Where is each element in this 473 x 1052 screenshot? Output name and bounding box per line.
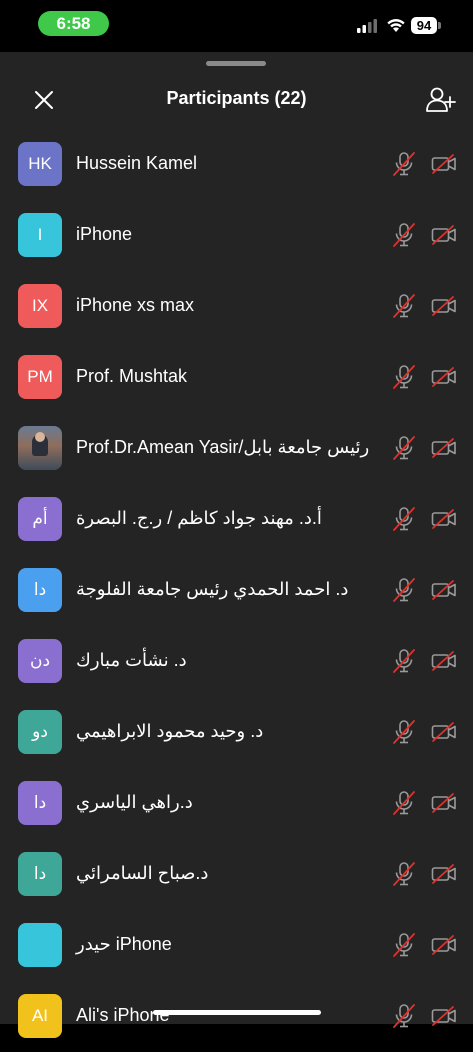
mic-muted-icon[interactable]	[392, 719, 416, 745]
participant-row[interactable]: AI Ali's iPhone	[0, 981, 473, 1052]
status-bar: 6:58 94	[0, 0, 473, 52]
home-indicator[interactable]	[153, 1010, 321, 1015]
mic-muted-icon[interactable]	[392, 577, 416, 603]
participant-row[interactable]: دا د.صباح السامرائي	[0, 839, 473, 910]
participant-name: Ali's iPhone	[76, 1005, 170, 1025]
avatar: دا	[18, 781, 62, 825]
video-off-icon[interactable]	[431, 295, 457, 317]
cellular-signal-icon	[357, 19, 377, 33]
avatar: أم	[18, 497, 62, 541]
video-off-icon[interactable]	[431, 437, 457, 459]
participant-name: د.صباح السامرائي	[76, 863, 209, 883]
avatar: I	[18, 213, 62, 257]
page-title: Participants (22)	[166, 88, 307, 108]
video-off-icon[interactable]	[431, 934, 457, 956]
participants-sheet: Participants (22) HK Hussein Kamel I iPh…	[0, 52, 473, 1038]
video-off-icon[interactable]	[431, 579, 457, 601]
avatar: IX	[18, 284, 62, 328]
mic-muted-icon[interactable]	[392, 222, 416, 248]
video-off-icon[interactable]	[431, 153, 457, 175]
avatar	[18, 923, 62, 967]
participant-list: HK Hussein Kamel I iPhone IX iPhone xs m…	[0, 129, 473, 1052]
mic-muted-icon[interactable]	[392, 151, 416, 177]
mic-muted-icon[interactable]	[392, 932, 416, 958]
participant-name: iPhone xs max	[76, 295, 195, 315]
participant-row[interactable]: دن د. نشأت مبارك	[0, 626, 473, 697]
mic-muted-icon[interactable]	[392, 364, 416, 390]
avatar: PM	[18, 355, 62, 399]
mic-muted-icon[interactable]	[392, 293, 416, 319]
participant-name: Prof. Mushtak	[76, 366, 188, 386]
avatar: AI	[18, 994, 62, 1038]
video-off-icon[interactable]	[431, 224, 457, 246]
participant-row[interactable]: HK Hussein Kamel	[0, 129, 473, 200]
mic-muted-icon[interactable]	[392, 1003, 416, 1029]
sheet-header: Participants (22)	[0, 78, 473, 122]
avatar-photo-face	[35, 432, 45, 442]
avatar: HK	[18, 142, 62, 186]
participant-name: أ.د. مهند جواد كاظم / ر.ج. البصرة	[76, 508, 322, 528]
wifi-icon	[387, 19, 405, 32]
participant-name: حيدر iPhone	[76, 934, 172, 954]
avatar: دا	[18, 568, 62, 612]
participant-name: Hussein Kamel	[76, 153, 198, 173]
avatar: دن	[18, 639, 62, 683]
participant-row[interactable]: أم أ.د. مهند جواد كاظم / ر.ج. البصرة	[0, 484, 473, 555]
mic-muted-icon[interactable]	[392, 790, 416, 816]
video-off-icon[interactable]	[431, 366, 457, 388]
sheet-grabber[interactable]	[206, 61, 266, 66]
video-off-icon[interactable]	[431, 792, 457, 814]
participant-name: iPhone	[76, 224, 133, 244]
battery-tip	[438, 22, 441, 29]
status-time[interactable]: 6:58	[38, 11, 109, 36]
participant-row[interactable]: حيدر iPhone	[0, 910, 473, 981]
participant-row[interactable]: Prof.Dr.Amean Yasir/رئيس جامعة بابل	[0, 413, 473, 484]
participant-name: د. نشأت مبارك	[76, 650, 187, 670]
avatar: دا	[18, 852, 62, 896]
avatar: دو	[18, 710, 62, 754]
participant-row[interactable]: دو د. وحيد محمود الابراهيمي	[0, 697, 473, 768]
participant-row[interactable]: PM Prof. Mushtak	[0, 342, 473, 413]
participant-row[interactable]: دا د. احمد الحمدي رئيس جامعة الفلوجة	[0, 555, 473, 626]
mic-muted-icon[interactable]	[392, 861, 416, 887]
add-participant-icon[interactable]	[424, 84, 456, 116]
participant-row[interactable]: IX iPhone xs max	[0, 271, 473, 342]
participant-name: Prof.Dr.Amean Yasir/رئيس جامعة بابل	[76, 437, 370, 457]
battery-level: 94	[411, 17, 437, 34]
mic-muted-icon[interactable]	[392, 506, 416, 532]
participant-row[interactable]: I iPhone	[0, 200, 473, 271]
participant-name: د. احمد الحمدي رئيس جامعة الفلوجة	[76, 579, 349, 599]
participant-row[interactable]: دا د.راهي الياسري	[0, 768, 473, 839]
mic-muted-icon[interactable]	[392, 435, 416, 461]
video-off-icon[interactable]	[431, 650, 457, 672]
video-off-icon[interactable]	[431, 863, 457, 885]
video-off-icon[interactable]	[431, 508, 457, 530]
mic-muted-icon[interactable]	[392, 648, 416, 674]
participant-name: د.راهي الياسري	[76, 792, 193, 812]
video-off-icon[interactable]	[431, 721, 457, 743]
participant-name: د. وحيد محمود الابراهيمي	[76, 721, 264, 741]
avatar	[18, 426, 62, 470]
